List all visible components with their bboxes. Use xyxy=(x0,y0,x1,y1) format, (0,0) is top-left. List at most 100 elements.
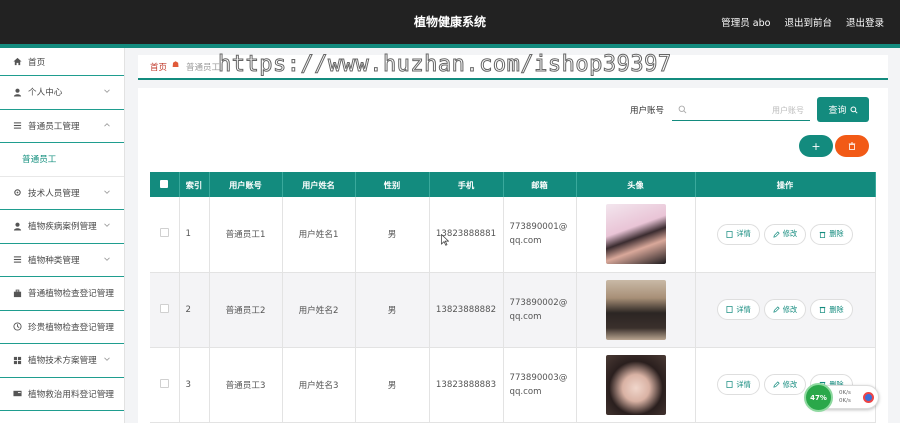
sidebar-item-label: 首页 xyxy=(28,57,46,68)
column-header: 用户姓名 xyxy=(282,172,356,197)
detail-label: 详情 xyxy=(736,229,751,239)
accent-strip xyxy=(0,44,900,48)
search-label: 用户账号 xyxy=(630,106,665,116)
user-icon xyxy=(13,222,22,231)
search-input[interactable] xyxy=(692,102,804,118)
cell-index: 3 xyxy=(179,347,210,423)
detail-button[interactable]: 详情 xyxy=(717,223,760,245)
list-icon xyxy=(13,255,22,264)
select-all-cell[interactable] xyxy=(150,172,180,197)
row-checkbox[interactable] xyxy=(159,378,169,388)
sidebar-item-tech-plans[interactable]: 植物技术方案管理 xyxy=(0,344,124,378)
select-all-checkbox[interactable] xyxy=(160,179,169,188)
cell-phone: 13823888883 xyxy=(429,347,504,423)
logout-link[interactable]: 退出登录 xyxy=(846,15,884,29)
avatar xyxy=(605,354,666,415)
column-header: 邮箱 xyxy=(503,172,577,197)
cell-avatar xyxy=(576,197,696,273)
delete-label: 删除 xyxy=(829,229,844,239)
delete-button[interactable]: 删除 xyxy=(810,223,853,245)
sidebar-item-label: 个人中心 xyxy=(28,88,63,99)
sidebar-item-plant-types[interactable]: 植物种类管理 xyxy=(0,244,124,277)
cell-email: 773890001@qq.com xyxy=(503,197,577,273)
cell-index: 2 xyxy=(179,272,210,348)
edit-button[interactable]: 修改 xyxy=(763,374,807,395)
cell-phone: 13823888882 xyxy=(429,272,504,348)
column-header: 性别 xyxy=(355,172,430,197)
pencil-icon xyxy=(773,381,780,388)
query-button[interactable]: 查询 xyxy=(817,97,869,122)
table-row: 1 普通员工1 用户姓名1 男 13823888881 773890001@qq… xyxy=(150,197,876,273)
cell-account: 普通员工1 xyxy=(209,197,283,273)
edit-label: 修改 xyxy=(782,379,798,389)
detail-button[interactable]: 详情 xyxy=(717,299,760,320)
add-button[interactable]: + xyxy=(799,135,833,157)
grid-icon xyxy=(13,356,22,365)
cell-name: 用户姓名2 xyxy=(282,272,356,348)
sidebar-item-staff[interactable]: 普通员工 xyxy=(0,143,124,177)
table-header-row: 索引 用户账号 用户姓名 性别 手机 邮箱 头像 操作 xyxy=(150,172,876,197)
search-icon xyxy=(678,105,687,114)
network-monitor-widget[interactable]: 47% 0K/s 0K/s xyxy=(804,383,879,412)
sidebar-item-treatment-materials[interactable]: 植物救治用料登记管理 xyxy=(0,378,124,411)
cell-actions: 详情 修改 删除 xyxy=(695,272,876,348)
sidebar-item-technician-management[interactable]: 技术人员管理 xyxy=(0,177,124,210)
user-icon xyxy=(13,88,22,97)
sidebar-item-normal-inspection[interactable]: 普通植物检查登记管理 xyxy=(0,277,124,311)
trash-icon xyxy=(819,306,826,313)
sidebar-item-disease-cases[interactable]: 植物疾病案例管理 xyxy=(0,210,124,244)
sidebar: 首页 个人中心 普通员工管理 普通员工 技术人员管理 植物疾病案例管理 植物种类… xyxy=(0,48,125,423)
column-header: 索引 xyxy=(179,172,210,197)
cell-name: 用户姓名1 xyxy=(282,197,356,273)
chevron-down-icon xyxy=(104,257,110,261)
gear-icon xyxy=(13,188,22,197)
edit-button[interactable]: 修改 xyxy=(763,223,807,245)
document-icon xyxy=(726,230,733,238)
sidebar-item-rare-inspection[interactable]: 珍贵植物检查登记管理 xyxy=(0,311,124,344)
sidebar-item-label: 普通植物检查登记管理 xyxy=(28,289,114,300)
column-header: 手机 xyxy=(429,172,504,197)
cell-email: 773890002@qq.com xyxy=(503,272,577,348)
cell-account: 普通员工2 xyxy=(209,272,283,348)
edit-button[interactable]: 修改 xyxy=(763,299,807,320)
delete-button[interactable]: 删除 xyxy=(810,299,853,320)
detail-label: 详情 xyxy=(736,379,751,389)
avatar xyxy=(605,204,666,265)
cell-avatar xyxy=(576,272,696,348)
sidebar-item-label: 普通员工管理 xyxy=(28,121,80,132)
sidebar-item-personal[interactable]: 个人中心 xyxy=(0,76,124,110)
row-checkbox[interactable] xyxy=(159,228,169,238)
sidebar-item-home[interactable]: 首页 xyxy=(0,48,124,76)
chevron-down-icon xyxy=(104,89,110,93)
card-icon xyxy=(13,389,22,398)
staff-table: 索引 用户账号 用户姓名 性别 手机 邮箱 头像 操作 1 普通员工1 用户姓名… xyxy=(150,172,876,423)
front-link[interactable]: 退出到前台 xyxy=(784,15,832,29)
mouse-cursor-icon xyxy=(441,234,449,246)
clock-icon xyxy=(13,322,22,331)
usage-gauge: 47% xyxy=(804,383,833,412)
sidebar-item-staff-management[interactable]: 普通员工管理 xyxy=(0,110,124,143)
breadcrumb-current: 普通员工 xyxy=(186,63,221,73)
chevron-up-icon xyxy=(104,122,110,126)
detail-button[interactable]: 详情 xyxy=(717,374,760,395)
chevron-down-icon xyxy=(104,391,110,395)
cell-name: 用户姓名3 xyxy=(282,347,356,423)
edit-label: 修改 xyxy=(782,304,798,314)
cell-gender: 男 xyxy=(355,272,430,348)
row-checkbox[interactable] xyxy=(159,303,169,313)
query-button-label: 查询 xyxy=(828,106,847,116)
avatar xyxy=(605,279,666,340)
admin-label[interactable]: 管理员 abo xyxy=(721,15,770,29)
status-dot-icon xyxy=(863,392,874,403)
column-header: 操作 xyxy=(695,172,876,197)
breadcrumb-home[interactable]: 首页 xyxy=(150,61,167,73)
document-icon xyxy=(726,381,733,388)
main-content: 用户账号 查询 + 索引 用户账号 用户姓名 性别 手机 邮箱 头像 操作 xyxy=(138,88,888,423)
batch-delete-button[interactable] xyxy=(835,135,869,157)
sidebar-item-label: 植物救治用料登记管理 xyxy=(28,389,114,400)
pencil-icon xyxy=(773,306,780,313)
sidebar-item-label: 植物技术方案管理 xyxy=(28,356,97,367)
cell-account: 普通员工3 xyxy=(209,347,283,423)
cell-email: 773890003@qq.com xyxy=(503,347,577,423)
sidebar-item-label: 珍贵植物检查登记管理 xyxy=(28,322,114,333)
